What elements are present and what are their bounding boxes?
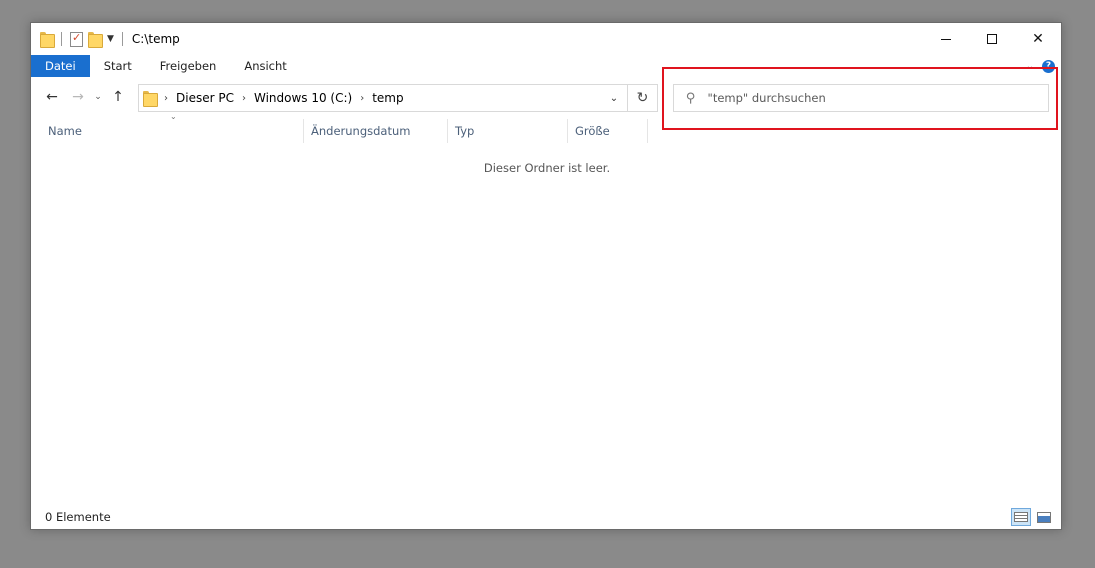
column-size[interactable]: Größe [568, 119, 648, 143]
search-icon: ⚲ [686, 90, 696, 106]
chevron-right-icon[interactable]: › [164, 93, 168, 104]
maximize-button[interactable] [969, 23, 1015, 55]
close-button[interactable]: ✕ [1015, 23, 1061, 55]
toolbar-divider [61, 32, 62, 46]
column-type[interactable]: Typ [448, 119, 568, 143]
tab-datei[interactable]: Datei [31, 55, 90, 77]
arrow-up-icon: ↑ [112, 89, 124, 105]
ribbon-tabs: Datei Start Freigeben Ansicht ⌄ ? [31, 55, 1061, 77]
explorer-window: ▼ C:\temp ✕ Datei Start Freigeben Ansich… [30, 22, 1062, 530]
column-name[interactable]: Name ⌄ [42, 112, 303, 143]
empty-folder-message: Dieser Ordner ist leer. [483, 161, 611, 175]
new-folder-icon[interactable] [88, 32, 103, 48]
minimize-button[interactable] [923, 23, 969, 55]
search-box[interactable]: ⚲ [673, 84, 1049, 112]
window-title: C:\temp [131, 32, 180, 46]
breadcrumb-dieser-pc[interactable]: Dieser PC [176, 91, 234, 105]
breadcrumb-temp[interactable]: temp [372, 91, 403, 105]
large-icons-view-icon [1037, 511, 1051, 523]
tab-ansicht[interactable]: Ansicht [230, 55, 300, 77]
window-controls: ✕ [923, 23, 1061, 55]
chevron-right-icon[interactable]: › [360, 93, 364, 104]
search-input[interactable] [707, 91, 1008, 105]
large-icons-view-button[interactable] [1034, 508, 1054, 526]
toolbar-divider [121, 32, 123, 46]
chevron-down-icon: ⌄ [94, 92, 102, 102]
customize-toolbar-chevron-icon[interactable]: ▼ [107, 34, 114, 44]
help-icon[interactable]: ? [1042, 59, 1055, 73]
quick-access-toolbar: ▼ [31, 31, 126, 48]
breadcrumb-windows-10[interactable]: Windows 10 (C:) [254, 91, 352, 105]
address-history-chevron-icon[interactable]: ⌄ [601, 93, 627, 104]
ribbon-right-controls: ⌄ ? [1026, 55, 1061, 77]
column-date[interactable]: Änderungsdatum [303, 119, 448, 143]
recent-locations-button[interactable]: ⌄ [91, 84, 105, 110]
tab-start[interactable]: Start [90, 55, 146, 77]
address-bar[interactable]: › Dieser PC › Windows 10 (C:) › temp ⌄ [138, 84, 628, 112]
up-button[interactable]: ↑ [105, 84, 131, 110]
status-bar: 0 Elemente [31, 505, 1061, 529]
back-button[interactable]: ← [39, 84, 65, 110]
properties-icon[interactable] [70, 31, 83, 47]
folder-icon [143, 91, 158, 107]
view-switcher [1011, 508, 1061, 526]
refresh-button[interactable]: ↻ [628, 84, 658, 112]
item-count: 0 Elemente [45, 510, 111, 524]
expand-ribbon-chevron-icon[interactable]: ⌄ [1026, 61, 1034, 72]
tab-freigeben[interactable]: Freigeben [146, 55, 231, 77]
title-bar: ▼ C:\temp ✕ [31, 23, 1061, 55]
close-icon: ✕ [1032, 31, 1044, 47]
refresh-icon: ↻ [636, 90, 649, 106]
forward-button[interactable]: → [65, 84, 91, 110]
folder-icon [40, 32, 55, 48]
minimize-icon [941, 38, 951, 40]
maximize-icon [987, 34, 997, 44]
sort-chevron-icon: ⌄ [170, 112, 177, 121]
navigation-bar: ← → ⌄ ↑ › Dieser PC › Windows 10 (C:) › … [31, 81, 1061, 113]
details-view-icon [1014, 512, 1028, 522]
chevron-right-icon[interactable]: › [242, 93, 246, 104]
arrow-right-icon: → [72, 89, 84, 105]
arrow-left-icon: ← [46, 89, 58, 105]
details-view-button[interactable] [1011, 508, 1031, 526]
column-header: Name ⌄ Änderungsdatum Typ Größe [31, 112, 1061, 143]
